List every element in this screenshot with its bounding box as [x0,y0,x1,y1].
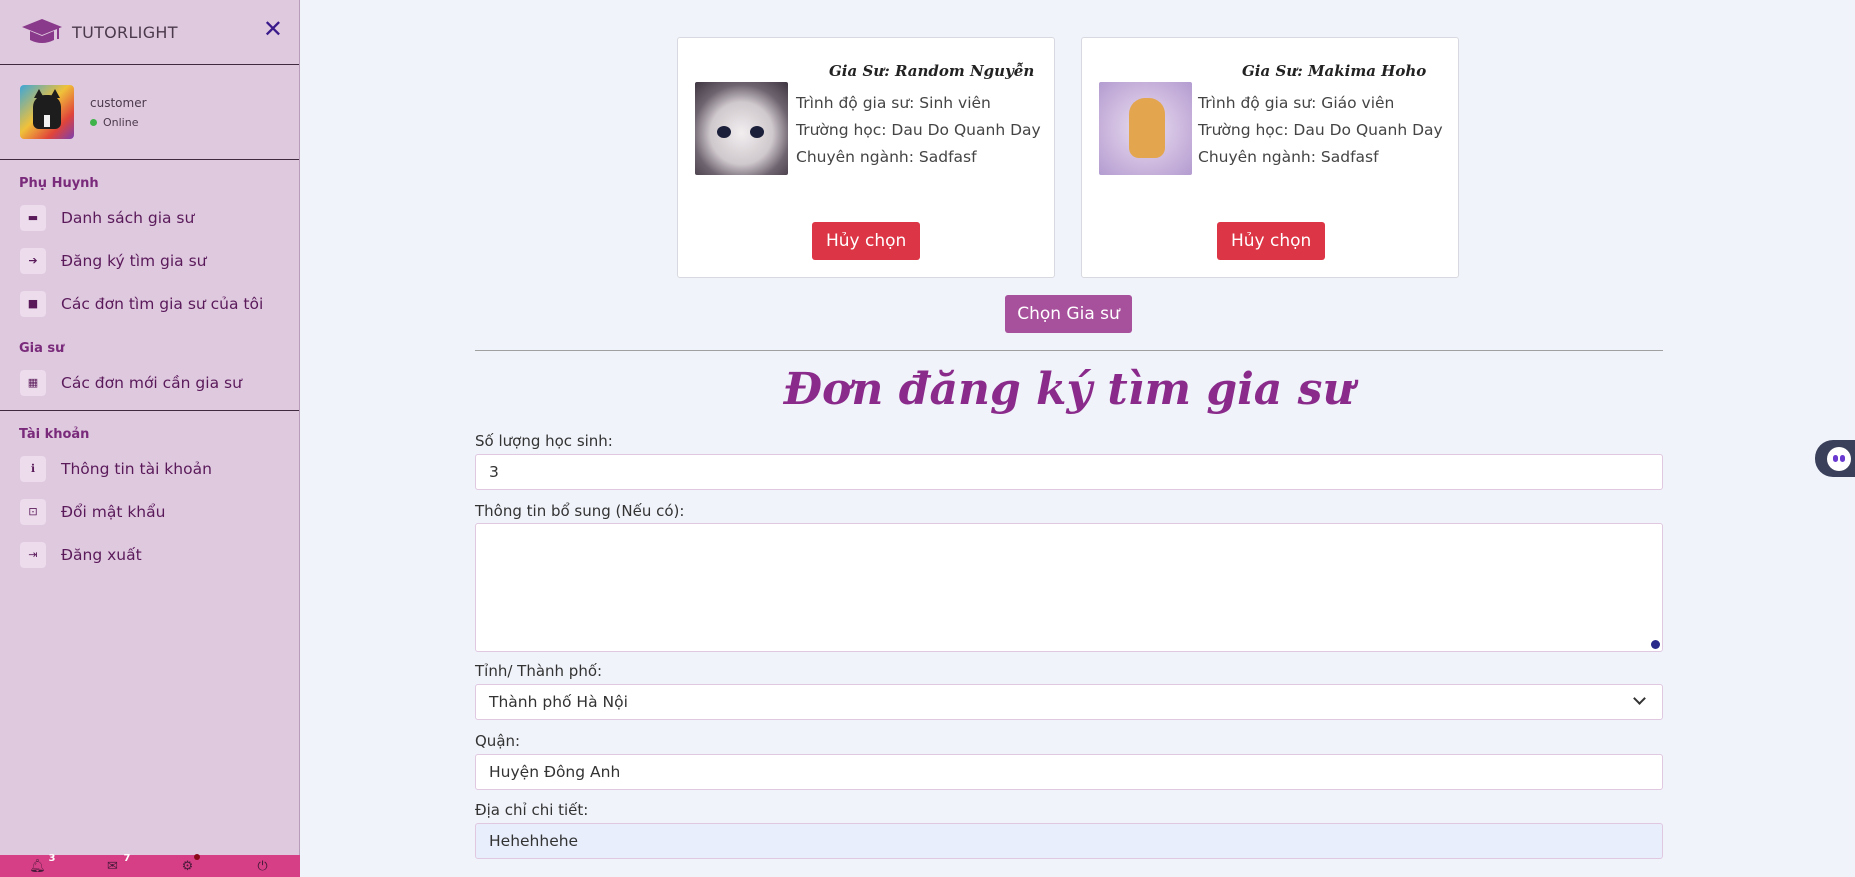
address-label: Địa chỉ chi tiết: [475,801,589,819]
messages-count: 7 [123,852,131,864]
chat-assistant-button[interactable] [1815,440,1855,477]
avatar[interactable] [20,85,74,139]
students-input[interactable]: 3 [475,454,1663,490]
section-title-tutor: Gia sư [19,341,65,356]
extra-info-textarea[interactable] [475,523,1663,652]
sidebar-item-label: Các đơn tìm gia sư của tôi [61,294,264,313]
book-icon: ■ [20,290,46,317]
id-card-icon: ▬ [20,204,46,231]
province-select[interactable]: Thành phố Hà Nội [475,684,1663,720]
district-input[interactable]: Huyện Đông Anh [475,754,1663,790]
tutor-photo [1099,82,1192,175]
user-status-text: Online [103,115,139,129]
sidebar-item-label: Thông tin tài khoản [61,459,212,478]
resize-handle-icon[interactable] [1651,640,1660,649]
graduation-cap-icon [20,15,64,49]
notifications-button[interactable]: 🔔︎ 3 [26,853,55,874]
tutor-name: Gia Sư: Random Nguyễn [829,62,1035,80]
chevron-down-icon [1633,692,1646,705]
tutor-school: Trường học: Dau Do Quanh Day [796,121,1041,139]
district-label: Quận: [475,732,521,750]
tutor-school: Trường học: Dau Do Quanh Day [1198,121,1443,139]
sidebar-item-label: Danh sách gia sư [61,208,195,227]
sidebar-item-label: Đăng ký tìm gia sư [61,251,207,270]
settings-dot [193,853,200,860]
section-title-parent: Phụ Huynh [19,176,99,191]
user-status: Online [90,116,147,129]
user-name: customer [90,95,147,110]
envelope-icon: ✉ [107,858,118,874]
settings-button[interactable]: ⚙ [176,853,200,874]
tutor-details: Trình độ gia sư: Sinh viên Trường học: D… [796,92,1046,173]
power-button[interactable]: ⏻ [251,859,275,874]
section-title-account: Tài khoản [19,427,90,442]
tutor-details: Trình độ gia sư: Giáo viên Trường học: D… [1198,92,1448,173]
tutor-level: Trình độ gia sư: Sinh viên [796,94,991,112]
sign-out-icon: ⇥ [20,541,46,568]
form-title: Đơn đăng ký tìm gia sư [783,364,1355,415]
sidebar-item-tutor-list[interactable]: ▬ Danh sách gia sư [0,196,299,239]
sidebar-bottom-bar: 🔔︎ 3 ✉ 7 ⚙ ⏻ [0,853,300,877]
tutor-major: Chuyên ngành: Sadfasf [1198,148,1379,166]
user-panel: customer Online [0,65,299,160]
tutor-photo [695,82,788,175]
online-dot-icon [90,118,97,126]
close-sidebar-icon[interactable]: ✕ [263,17,283,41]
tutor-name: Gia Sư: Makima Hoho [1242,62,1427,80]
sidebar-item-change-password[interactable]: ⊡ Đổi mật khẩu [0,490,299,533]
gear-icon: ⚙ [181,858,194,874]
province-value: Thành phố Hà Nội [489,693,628,711]
sidebar: TUTORLIGHT ✕ customer Online Phụ Huynh ▬… [0,0,300,877]
tutor-major: Chuyên ngành: Sadfasf [796,148,977,166]
sidebar-item-register-tutor[interactable]: ➔ Đăng ký tìm gia sư [0,239,299,282]
sidebar-item-my-requests[interactable]: ■ Các đơn tìm gia sư của tôi [0,282,299,325]
sign-in-icon: ➔ [20,247,46,274]
calendar-icon: ▦ [20,369,46,396]
sidebar-item-label: Đổi mật khẩu [61,502,166,521]
sidebar-item-label: Các đơn mới cần gia sư [61,373,242,392]
notifications-count: 3 [48,852,56,864]
tutor-card: Gia Sư: Makima Hoho Trình độ gia sư: Giá… [1081,37,1459,278]
info-icon: ℹ [20,455,46,482]
address-input[interactable]: Hehehhehe [475,823,1663,859]
divider [475,350,1663,351]
choose-tutor-button[interactable]: Chọn Gia sư [1005,295,1132,333]
province-label: Tỉnh/ Thành phố: [475,662,603,680]
tutor-level: Trình độ gia sư: Giáo viên [1198,94,1395,112]
brand-name: TUTORLIGHT [72,22,178,42]
tutor-card: Gia Sư: Random Nguyễn Trình độ gia sư: S… [677,37,1055,278]
extra-info-label: Thông tin bổ sung (Nếu có): [475,502,685,520]
power-icon: ⏻ [257,858,268,874]
bell-icon: 🔔︎ [29,858,46,874]
messages-button[interactable]: ✉ 7 [101,853,130,874]
sidebar-item-new-requests[interactable]: ▦ Các đơn mới cần gia sư [0,361,299,404]
unselect-tutor-button[interactable]: Hủy chọn [812,222,921,260]
sidebar-item-logout[interactable]: ⇥ Đăng xuất [0,533,299,576]
sidebar-item-label: Đăng xuất [61,545,142,564]
unselect-tutor-button[interactable]: Hủy chọn [1217,222,1326,260]
sidebar-item-account-info[interactable]: ℹ Thông tin tài khoản [0,447,299,490]
brand: TUTORLIGHT ✕ [0,0,299,65]
bot-face-icon [1827,446,1851,471]
students-label: Số lượng học sinh: [475,432,613,450]
unlock-icon: ⊡ [20,498,46,525]
